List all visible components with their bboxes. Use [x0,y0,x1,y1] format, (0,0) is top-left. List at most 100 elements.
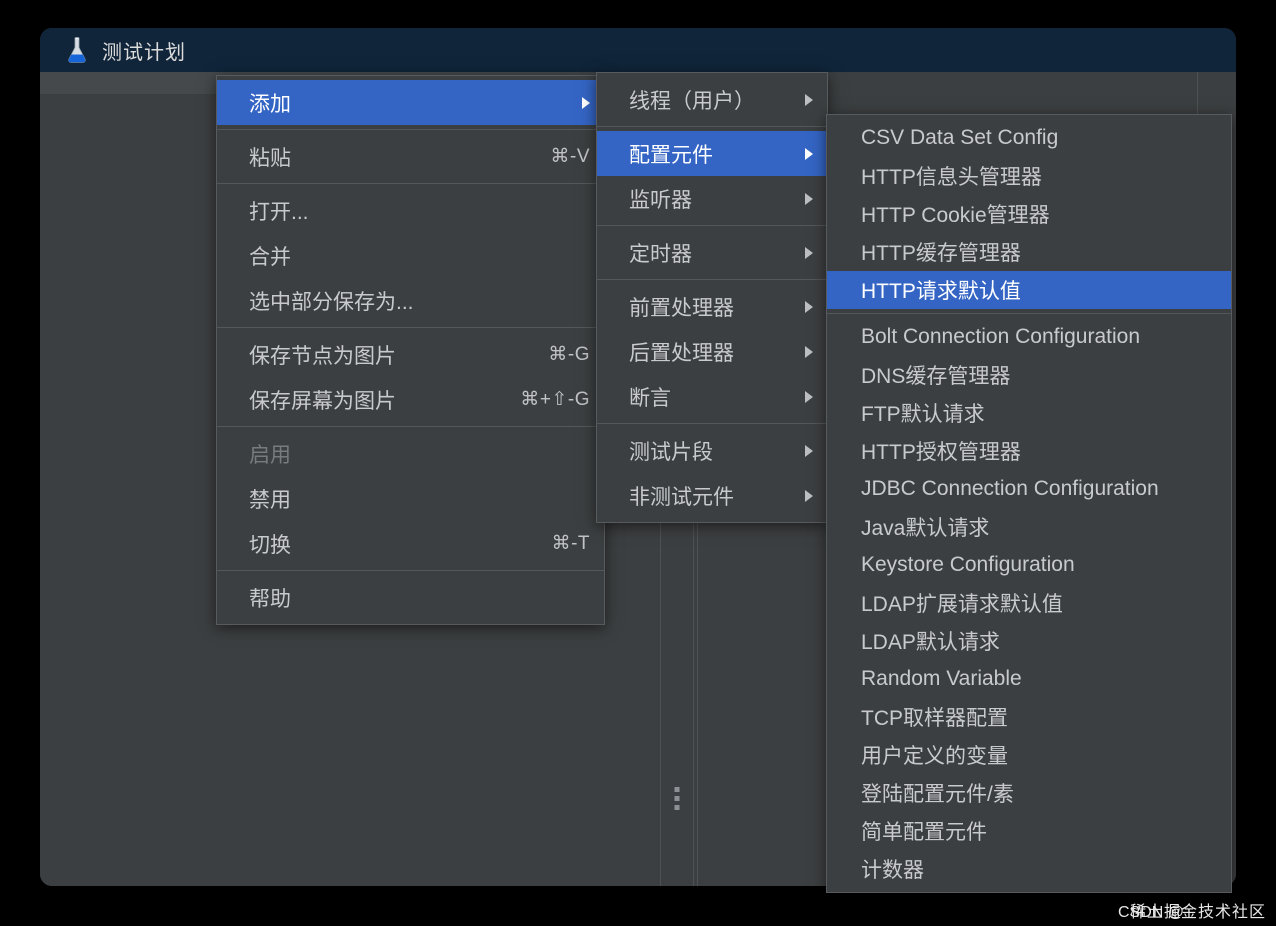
menu-item-label: LDAP默认请求 [861,631,1000,654]
add-submenu[interactable]: 线程（用户） 配置元件监听器定时器前置处理器后置处理器断言测试片段非测试元件 [596,72,828,523]
menu-item-选中部分保存为[interactable]: 选中部分保存为... [217,278,604,323]
menu-item-label: 启用 [249,443,291,467]
menu-separator [217,570,604,571]
menu-item-shortcut: ⌘-T [551,533,590,554]
menu-separator [597,225,827,226]
menu-item-启用: 启用 [217,431,604,476]
menu-item-label: 测试片段 [629,440,713,464]
menu-item-label: Keystore Configuration [861,553,1075,576]
menu-item-label: 帮助 [249,587,291,611]
menu-item-label: 前置处理器 [629,296,734,320]
menu-item-label: HTTP授权管理器 [861,441,1021,464]
menu-item-用户定义的变量[interactable]: 用户定义的变量 [827,736,1231,774]
menu-item-测试片段[interactable]: 测试片段 [597,428,827,473]
menu-item-添加[interactable]: 添加 [217,80,604,125]
menu-item-ftp默认请求[interactable]: FTP默认请求 [827,394,1231,432]
menu-item-label: CSV Data Set Config [861,126,1059,149]
menu-item-label: HTTP请求默认值 [861,280,1021,303]
menu-item-定时器[interactable]: 定时器 [597,230,827,275]
menu-separator [217,426,604,427]
submenu-arrow-icon [582,96,590,109]
menu-item-label: 切换 [249,533,291,557]
splitter-drag-handle[interactable] [674,787,680,810]
menu-item-jdbc-connection-configuration[interactable]: JDBC Connection Configuration [827,470,1231,508]
menu-item-label: HTTP Cookie管理器 [861,204,1050,227]
menu-item-keystore-configuration[interactable]: Keystore Configuration [827,546,1231,584]
menu-item-切换[interactable]: 切换 ⌘-T [217,521,604,566]
menu-item-保存节点为图片[interactable]: 保存节点为图片 ⌘-G [217,332,604,377]
menu-item-tcp取样器配置[interactable]: TCP取样器配置 [827,698,1231,736]
menu-item-监听器[interactable]: 监听器 [597,176,827,221]
menu-item-打开[interactable]: 打开... [217,188,604,233]
menu-item-前置处理器[interactable]: 前置处理器 [597,284,827,329]
menu-item-ldap默认请求[interactable]: LDAP默认请求 [827,622,1231,660]
menu-item-粘贴[interactable]: 粘贴 ⌘-V [217,134,604,179]
menu-item-http缓存管理器[interactable]: HTTP缓存管理器 [827,233,1231,271]
tree-node-context-menu[interactable]: 添加粘贴 ⌘-V 打开... 合并选中部分保存为... 保存节点为图片 ⌘-G 保存屏幕为图… [216,75,605,625]
menu-item-保存屏幕为图片[interactable]: 保存屏幕为图片 ⌘+⇧-G [217,377,604,422]
menu-item-shortcut: ⌘+⇧-G [520,389,590,410]
menu-item-dns缓存管理器[interactable]: DNS缓存管理器 [827,356,1231,394]
submenu-arrow-icon [805,390,813,403]
menu-item-配置元件[interactable]: 配置元件 [597,131,827,176]
menu-item-label: 定时器 [629,242,692,266]
menu-item-label: 添加 [249,92,291,116]
menu-item-label: 后置处理器 [629,341,734,365]
submenu-arrow-icon [805,345,813,358]
menu-separator [827,313,1231,314]
menu-item-label: 非测试元件 [629,485,734,509]
menu-item-登陆配置元件-素[interactable]: 登陆配置元件/素 [827,774,1231,812]
menu-item-label: JDBC Connection Configuration [861,477,1159,500]
menu-item-label: 选中部分保存为... [249,290,414,314]
menu-item-label: 简单配置元件 [861,821,987,844]
menu-item-http-cookie管理器[interactable]: HTTP Cookie管理器 [827,195,1231,233]
menu-item-计数器[interactable]: 计数器 [827,850,1231,888]
menu-item-java默认请求[interactable]: Java默认请求 [827,508,1231,546]
menu-item-合并[interactable]: 合并 [217,233,604,278]
submenu-arrow-icon [805,489,813,502]
menu-item-label: 禁用 [249,488,291,512]
menu-item-label: 线程（用户） [629,89,755,113]
submenu-arrow-icon [805,300,813,313]
menu-item-label: 用户定义的变量 [861,745,1008,768]
menu-item-线程-用户[interactable]: 线程（用户） [597,77,827,122]
submenu-arrow-icon [805,192,813,205]
config-element-submenu[interactable]: CSV Data Set Config HTTP信息头管理器 HTTP Cookie… [826,114,1232,893]
menu-item-label: 计数器 [861,859,924,882]
watermark-juejin: 稀土掘金技术社区 [1129,904,1266,921]
menu-item-label: 保存节点为图片 [249,344,396,368]
jmeter-flask-icon [68,37,86,63]
menu-separator [597,423,827,424]
menu-item-random-variable[interactable]: Random Variable [827,660,1231,698]
menu-separator [217,327,604,328]
menu-item-label: 打开... [249,200,309,224]
menu-separator [217,183,604,184]
window-title-bar: 测试计划 [40,28,1236,72]
menu-item-bolt-connection-configuration[interactable]: Bolt Connection Configuration [827,318,1231,356]
menu-item-label: DNS缓存管理器 [861,365,1011,388]
menu-item-csv-data-set-config[interactable]: CSV Data Set Config [827,119,1231,157]
menu-item-label: 登陆配置元件/素 [861,783,1014,806]
menu-item-断言[interactable]: 断言 [597,374,827,419]
menu-item-label: HTTP缓存管理器 [861,242,1021,265]
menu-item-shortcut: ⌘-V [550,146,590,167]
menu-separator [597,279,827,280]
menu-item-label: 配置元件 [629,143,713,167]
menu-item-shortcut: ⌘-G [548,344,590,365]
menu-item-简单配置元件[interactable]: 简单配置元件 [827,812,1231,850]
menu-item-label: 监听器 [629,188,692,212]
menu-item-帮助[interactable]: 帮助 [217,575,604,620]
menu-item-后置处理器[interactable]: 后置处理器 [597,329,827,374]
menu-item-label: 保存屏幕为图片 [249,389,396,413]
menu-item-非测试元件[interactable]: 非测试元件 [597,473,827,518]
menu-item-label: LDAP扩展请求默认值 [861,593,1063,616]
menu-item-禁用[interactable]: 禁用 [217,476,604,521]
menu-item-label: FTP默认请求 [861,403,985,426]
window-title: 测试计划 [102,41,186,64]
menu-item-label: Bolt Connection Configuration [861,325,1141,348]
menu-item-http信息头管理器[interactable]: HTTP信息头管理器 [827,157,1231,195]
menu-item-http授权管理器[interactable]: HTTP授权管理器 [827,432,1231,470]
menu-item-ldap扩展请求默认值[interactable]: LDAP扩展请求默认值 [827,584,1231,622]
menu-item-http请求默认值[interactable]: HTTP请求默认值 [827,271,1231,309]
submenu-arrow-icon [805,93,813,106]
